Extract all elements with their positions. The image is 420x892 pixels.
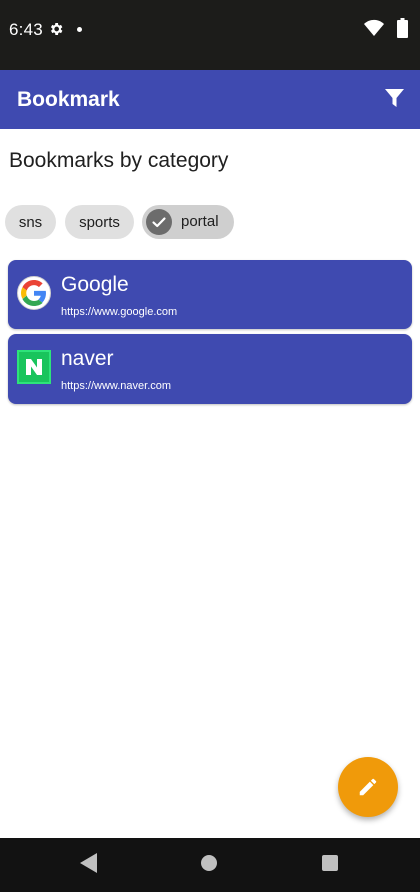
chip-portal[interactable]: portal: [142, 205, 234, 239]
chip-label: portal: [181, 213, 219, 230]
check-icon: [146, 209, 172, 235]
chip-sports[interactable]: sports: [65, 205, 134, 239]
home-icon[interactable]: [201, 855, 217, 871]
gear-icon: [50, 23, 63, 35]
bookmark-title: Google: [61, 273, 129, 296]
chip-label: sns: [18, 213, 43, 231]
google-favicon-icon: [17, 276, 51, 310]
navigation-bar: [0, 838, 420, 892]
filter-icon[interactable]: [385, 89, 404, 108]
bookmark-title: naver: [61, 347, 114, 370]
page-heading: Bookmarks by category: [9, 149, 229, 172]
back-icon[interactable]: [80, 853, 97, 873]
status-time: 6:43: [9, 20, 43, 39]
naver-favicon-icon: [17, 350, 51, 384]
screen: 6:43 Bookmark Bookmarks by category sns …: [0, 0, 420, 892]
edit-fab-button[interactable]: [338, 757, 398, 817]
recents-icon[interactable]: [322, 855, 338, 871]
bookmark-url: https://www.naver.com: [61, 380, 172, 392]
pencil-icon: [359, 778, 377, 796]
app-title: Bookmark: [17, 88, 120, 111]
bookmark-url: https://www.google.com: [61, 306, 178, 318]
battery-icon: [397, 18, 408, 38]
bookmark-card-google[interactable]: Google https://www.google.com: [8, 260, 412, 329]
chip-label: sports: [79, 213, 120, 231]
bookmark-card-naver[interactable]: naver https://www.naver.com: [8, 334, 412, 404]
wifi-icon: [364, 19, 384, 36]
status-bar: 6:43: [0, 0, 420, 70]
notification-dot-icon: [77, 27, 82, 32]
app-bar: Bookmark: [0, 70, 420, 129]
chip-sns[interactable]: sns: [5, 205, 56, 239]
